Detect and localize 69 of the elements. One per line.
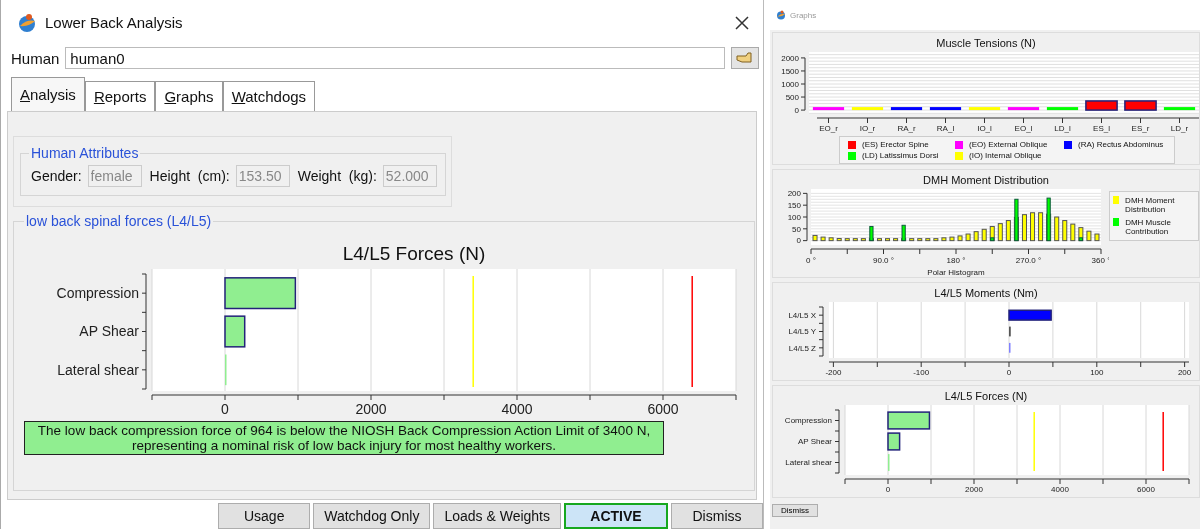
tick-label: 270.0 ° — [1015, 256, 1042, 265]
tick-label: 100 — [1090, 368, 1104, 377]
category-label: Compression — [784, 416, 832, 426]
category-label: RA_r — [897, 124, 916, 133]
tick-label: 150 — [787, 201, 801, 210]
category-label: L4/L5 Z — [788, 343, 816, 353]
tick-label: 4000 — [501, 401, 533, 417]
tick-label: 6000 — [1137, 485, 1155, 494]
legend-label: DMH Moment Distribution — [1125, 196, 1176, 214]
tick-label: 200 — [787, 189, 801, 199]
legend-label: (EO) External Oblique — [969, 140, 1048, 149]
tick-label: 360 ° — [1091, 256, 1109, 265]
category-label: Lateral shear — [57, 361, 139, 378]
legend-label: (ES) Erector Spine — [862, 140, 929, 149]
tick-label: -100 — [913, 368, 930, 377]
tick-label: 500 — [785, 92, 799, 102]
field-label: Height (cm): — [149, 168, 230, 184]
field-label: Human — [11, 49, 60, 67]
category-label: ES_l — [1093, 124, 1110, 133]
tick-label: 1500 — [781, 66, 799, 76]
tick-label: 0 — [1006, 368, 1012, 377]
category-label: RA_l — [936, 124, 955, 133]
legend-label: (LD) Latissimus Dorsi — [862, 151, 939, 160]
tick-label: 200 — [1177, 368, 1192, 377]
tick-label: 0 — [796, 236, 801, 246]
category-label: Compression — [56, 285, 139, 302]
legend-label: (RA) Rectus Abdominus — [1078, 140, 1164, 149]
category-label: Lateral shear — [785, 458, 832, 468]
window-title: Graphs — [790, 10, 817, 20]
group-title: Human Attributes — [30, 145, 140, 161]
category-label: LD_l — [1054, 124, 1071, 133]
legend-label: (IO) Internal Oblique — [969, 151, 1042, 160]
tick-label: 1000 — [781, 79, 799, 89]
category-label: IO_l — [977, 124, 992, 133]
tick-label: -200 — [825, 368, 842, 377]
tick-label: 2000 — [355, 401, 387, 417]
message-box: The low back compression force of 964 is below the NIOSH Back Compression Action Limit of 3400 N, representing a nominal risk of low back injury for most healthy workers. — [24, 421, 664, 455]
category-label: L4/L5 X — [788, 310, 816, 320]
tick-label: 180 ° — [946, 256, 966, 265]
tick-label: 0 — [221, 401, 229, 417]
tick-label: 100 — [787, 212, 801, 222]
category-label: EO_l — [1014, 124, 1033, 133]
category-label: LD_r — [1170, 124, 1189, 133]
window-title: Lower Back Analysis — [45, 14, 184, 31]
tick-label: 4000 — [1051, 485, 1069, 494]
chart-title: DMH Moment Distribution — [922, 174, 1050, 186]
group-title: low back spinal forces (L4/L5) — [25, 213, 213, 229]
category-label: EO_r — [819, 124, 838, 133]
category-label: L4/L5 Y — [788, 327, 816, 337]
tick-label: 6000 — [647, 401, 679, 417]
chart-title: L4/L5 Forces (N) — [342, 243, 486, 265]
field-label: Weight (kg): — [297, 168, 377, 184]
tick-label: 90.0 ° — [873, 256, 894, 265]
category-label: ES_r — [1131, 124, 1150, 133]
tick-label: 2000 — [965, 485, 983, 494]
tick-label: 2000 — [781, 53, 799, 63]
chart-title: L4/L5 Forces (N) — [943, 390, 1029, 402]
category-label: AP Shear — [797, 437, 832, 447]
category-label: IO_r — [859, 124, 876, 133]
chart-title: Muscle Tensions (N) — [935, 37, 1037, 49]
chart-title: L4/L5 Moments (Nm) — [933, 287, 1039, 299]
tick-label: 0 — [885, 485, 891, 494]
field-label: Gender: — [31, 168, 82, 184]
tick-label: 50 — [792, 224, 801, 234]
tick-label: 0 ° — [806, 256, 816, 265]
legend-label: DMH Muscle Contribution — [1125, 218, 1172, 236]
axis-title: Polar Histogram — [927, 268, 985, 277]
category-label: AP Shear — [79, 323, 139, 340]
tick-label: 0 — [794, 105, 799, 115]
